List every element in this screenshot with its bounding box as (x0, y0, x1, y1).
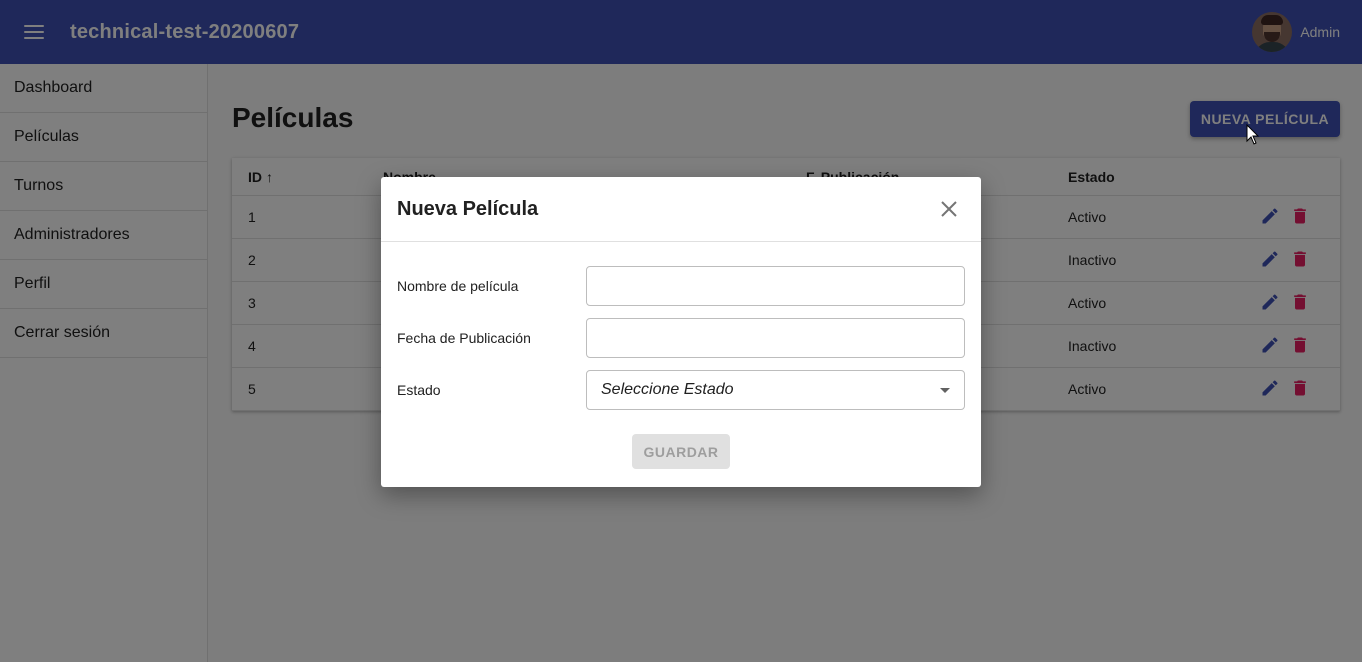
mouse-cursor-icon (1246, 123, 1260, 151)
status-field-label: Estado (397, 382, 441, 398)
dialog-title: Nueva Película (397, 197, 539, 220)
date-field-row: Fecha de Publicación (397, 318, 965, 358)
status-select[interactable]: Seleccione Estado (586, 370, 965, 410)
name-field-label: Nombre de película (397, 278, 519, 294)
name-field-row: Nombre de película (397, 266, 965, 306)
new-movie-dialog: Nueva Película Nombre de película Fecha … (381, 177, 981, 487)
status-field-row: Estado Seleccione Estado (397, 370, 965, 410)
save-button[interactable]: GUARDAR (632, 434, 730, 469)
dialog-header: Nueva Película (381, 177, 981, 242)
movie-name-input[interactable] (586, 266, 965, 306)
date-field-label: Fecha de Publicación (397, 330, 531, 346)
status-select-value: Seleccione Estado (601, 381, 734, 398)
publication-date-input[interactable] (586, 318, 965, 358)
close-icon[interactable] (939, 199, 959, 219)
chevron-down-icon[interactable] (940, 388, 950, 393)
